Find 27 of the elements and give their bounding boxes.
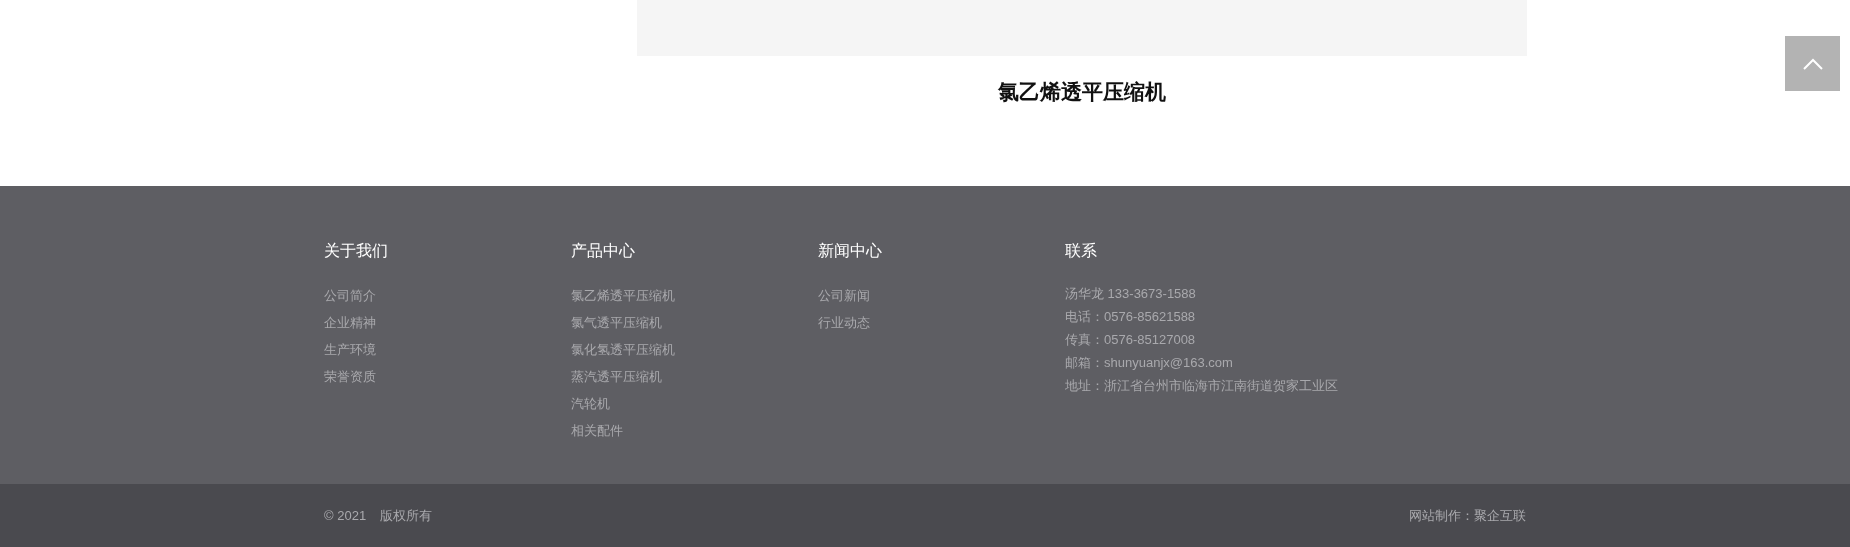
footer-link[interactable]: 氯气透平压缩机 xyxy=(571,309,662,336)
footer-heading: 产品中心 xyxy=(571,241,635,261)
footer-link[interactable]: 荣誉资质 xyxy=(324,363,376,390)
footer-link[interactable]: 氯乙烯透平压缩机 xyxy=(571,282,675,309)
credit-text: 网站制作：聚企互联 xyxy=(1409,506,1526,525)
footer-heading: 关于我们 xyxy=(324,241,388,261)
back-to-top-button[interactable] xyxy=(1785,36,1840,91)
product-title[interactable]: 氯乙烯透平压缩机 xyxy=(998,78,1166,106)
footer-link[interactable]: 企业精神 xyxy=(324,309,376,336)
contact-line: 电话：0576-85621588 xyxy=(1065,308,1196,326)
rights-text: 版权所有 xyxy=(380,506,433,525)
footer-link[interactable]: 相关配件 xyxy=(571,417,623,444)
contact-line: 传真：0576-85127008 xyxy=(1065,331,1196,349)
footer-link[interactable]: 行业动态 xyxy=(818,309,870,336)
footer-link[interactable]: 氯化氢透平压缩机 xyxy=(571,336,675,363)
footer-link[interactable]: 汽轮机 xyxy=(571,390,610,417)
contact-line: 地址：浙江省台州市临海市江南街道贺家工业区 xyxy=(1065,377,1338,395)
footer-link[interactable]: 公司新闻 xyxy=(818,282,870,309)
footer-link[interactable]: 蒸汽透平压缩机 xyxy=(571,363,662,390)
contact-line: 邮箱：shunyuanjx@163.com xyxy=(1065,354,1233,372)
footer-link[interactable]: 生产环境 xyxy=(324,336,376,363)
footer-heading: 新闻中心 xyxy=(818,241,882,261)
contact-line: 汤华龙 133-3673-1588 xyxy=(1065,285,1196,303)
footer-link[interactable]: 公司简介 xyxy=(324,282,376,309)
copyright-text: © 2021 xyxy=(324,508,367,523)
chevron-up-icon xyxy=(1802,57,1823,70)
footer-heading: 联系 xyxy=(1065,241,1097,261)
